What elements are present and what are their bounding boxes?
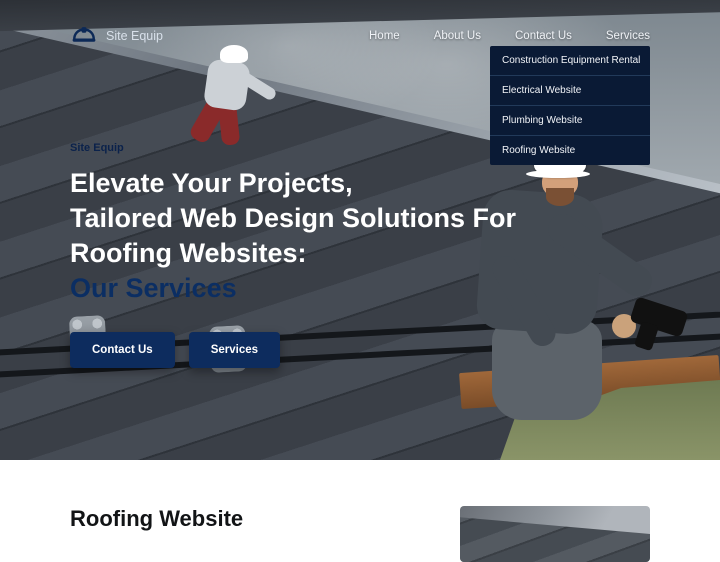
- hero-copy: Site Equip Elevate Your Projects, Tailor…: [70, 142, 516, 368]
- contact-us-button[interactable]: Contact Us: [70, 332, 175, 368]
- logo[interactable]: Site Equip: [70, 22, 163, 50]
- hero-eyebrow: Site Equip: [70, 142, 516, 154]
- worker-background: [190, 45, 280, 145]
- nav-home[interactable]: Home: [369, 30, 400, 42]
- dropdown-item-plumbing[interactable]: Plumbing Website: [490, 106, 650, 136]
- hero-buttons: Contact Us Services: [70, 332, 516, 368]
- hero-line-3: Roofing Websites:: [70, 236, 516, 271]
- hero-section: Site Equip Home About Us Contact Us Serv…: [0, 0, 720, 460]
- roofing-section: Roofing Website: [0, 460, 720, 562]
- hero-headline: Elevate Your Projects, Tailored Web Desi…: [70, 166, 516, 306]
- brand-name: Site Equip: [106, 29, 163, 43]
- nav-about[interactable]: About Us: [434, 30, 481, 42]
- hero-line-2: Tailored Web Design Solutions For: [70, 201, 516, 236]
- nav-contact[interactable]: Contact Us: [515, 30, 572, 42]
- section-title: Roofing Website: [70, 506, 243, 532]
- nav-services[interactable]: Services: [606, 30, 650, 42]
- dropdown-item-electrical[interactable]: Electrical Website: [490, 76, 650, 106]
- hero-line-1: Elevate Your Projects,: [70, 166, 516, 201]
- helmet-icon: [70, 22, 98, 50]
- nav-menu: Home About Us Contact Us Services: [369, 30, 650, 42]
- hero-highlight: Our Services: [70, 271, 516, 306]
- roofing-thumbnail: [460, 506, 650, 562]
- dropdown-item-construction[interactable]: Construction Equipment Rental: [490, 46, 650, 76]
- services-button[interactable]: Services: [189, 332, 280, 368]
